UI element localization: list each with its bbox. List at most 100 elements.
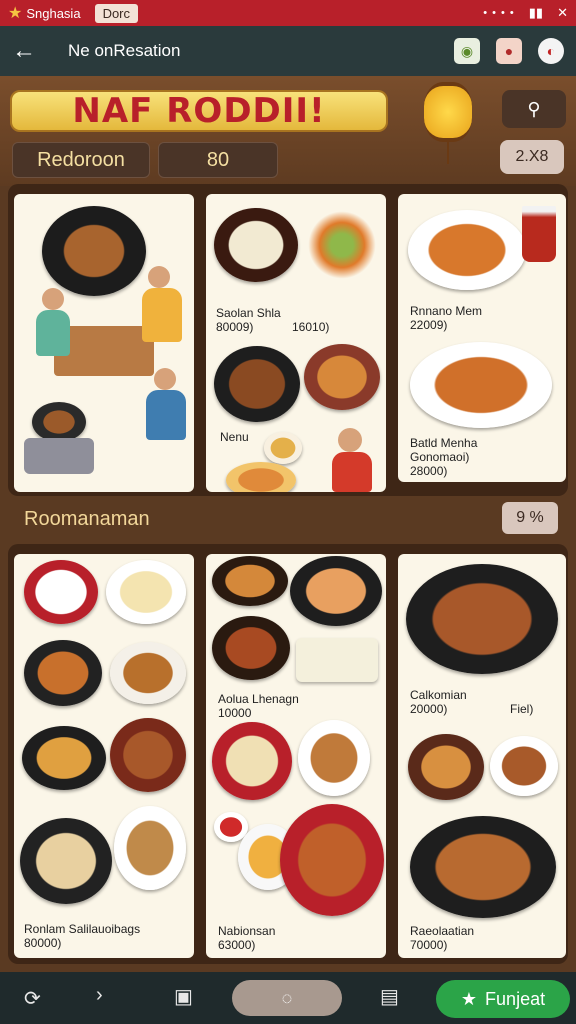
dish-image — [24, 560, 98, 624]
person-image — [146, 390, 186, 440]
category-pill-redoroon[interactable]: Redoroon — [12, 142, 150, 178]
dish-image — [212, 556, 288, 606]
discount-badge[interactable]: 9 % — [502, 502, 558, 534]
dish-image — [490, 736, 558, 796]
home-circle-icon: ◌ — [281, 987, 293, 1008]
star-icon: ★ — [460, 988, 478, 1009]
menu-card-illustration[interactable] — [14, 194, 194, 492]
dish-image — [212, 616, 290, 680]
page-title: Ne onResation — [68, 41, 181, 60]
item-price: 22009) — [410, 318, 448, 332]
banner-text: NAF RODDII! — [72, 91, 326, 131]
clipboard-icon[interactable]: ▤ — [380, 984, 399, 1009]
item-price: 16010) — [292, 320, 330, 334]
dish-image — [408, 734, 484, 800]
category-pill-80[interactable]: 80 — [158, 142, 278, 178]
record-icon[interactable]: ◐ — [538, 38, 564, 64]
search-icon: ⚲ — [527, 98, 541, 119]
price-badge[interactable]: 2.X8 — [500, 140, 564, 174]
dish-image — [110, 642, 186, 704]
person-image — [332, 452, 372, 492]
dish-image — [20, 818, 112, 904]
dish-image — [214, 208, 298, 282]
close-icon[interactable]: ✕ — [557, 5, 568, 21]
page-icon[interactable]: ▣ — [174, 984, 193, 1009]
arrow-left-icon[interactable]: ← — [12, 37, 52, 65]
dish-image — [114, 806, 186, 890]
profile-icon[interactable]: ● — [496, 38, 522, 64]
dish-image — [298, 720, 370, 796]
dish-image — [106, 560, 186, 624]
item-price: 20000) — [410, 702, 448, 716]
discount-badge-label: 9 % — [516, 509, 544, 526]
android-icon[interactable]: ◉ — [454, 38, 480, 64]
status-tab[interactable]: Dorc — [94, 3, 139, 23]
dish-image — [264, 432, 302, 464]
dish-image — [406, 564, 558, 674]
item-name: Calkomian — [410, 688, 467, 702]
dish-image — [306, 202, 378, 288]
dish-image — [408, 210, 526, 290]
item-name: Aolua Lhenagn — [218, 692, 299, 706]
status-app-name: Snghasia — [26, 5, 81, 21]
item-price: 70000) — [410, 938, 448, 952]
menu-card-noodle-bowls[interactable]: Saolan Shla 80009) 16010) Nenu — [206, 194, 386, 492]
menu-card-mixed-plates[interactable]: Aolua Lhenagn 10000 Nabionsan 63000) — [206, 554, 386, 958]
dish-image — [410, 816, 556, 918]
title-bar: ← Ne onResation ◉ ● ◐ — [0, 26, 576, 76]
dish-image — [32, 402, 86, 442]
star-icon: ★ — [8, 5, 23, 22]
lantern-tassel — [447, 140, 449, 164]
item-price: 63000) — [218, 938, 256, 952]
item-name: Nenu — [220, 430, 249, 444]
signal-icon: ▮▮ — [528, 5, 544, 20]
person-image — [338, 428, 362, 452]
lantern-decoration — [424, 82, 472, 142]
dish-image — [214, 346, 300, 422]
dish-image — [22, 726, 106, 790]
dish-image — [410, 342, 552, 428]
item-price: 10000 — [218, 706, 252, 720]
dish-image — [226, 462, 296, 492]
item-name: Saolan Shla — [216, 306, 281, 320]
drink-image — [522, 206, 556, 262]
dish-image — [290, 556, 382, 626]
item-name: Batld Menha — [410, 436, 478, 450]
item-price: 80009) — [216, 320, 254, 334]
item-name: Rnnano Mem — [410, 304, 483, 318]
restaurant-banner: NAF RODDII! — [10, 90, 388, 132]
dish-image — [110, 718, 186, 792]
search-button[interactable]: ⚲ — [502, 90, 566, 128]
item-price: 80000) — [24, 936, 62, 950]
item-name: Ronlam Salilauoibags — [24, 922, 141, 936]
cta-label: Funjeat — [485, 988, 546, 1009]
dish-image — [304, 344, 380, 410]
person-image — [148, 266, 170, 288]
person-image — [36, 310, 70, 356]
refresh-icon[interactable]: ⟳ — [24, 986, 41, 1011]
item-name: Nabionsan — [218, 924, 276, 938]
menu-card-rice-noodles[interactable]: Ronlam Salilauoibags 80000) — [14, 554, 194, 958]
dish-image — [280, 804, 384, 916]
item-extra: Fiel) — [510, 702, 534, 716]
menu-card-spaghetti[interactable]: Rnnano Mem 22009) Batld Menha Gonomaoi) … — [398, 194, 566, 482]
status-bar: ★ Snghasia Dorc • • • • ▮▮ ✕ — [0, 0, 576, 26]
person-image — [154, 368, 176, 390]
category-pill-label: Redoroon — [37, 148, 125, 171]
person-image — [24, 438, 94, 474]
item-subtitle: Gonomaoi) — [410, 450, 470, 464]
section-title: Roomanaman — [24, 508, 150, 530]
dish-image — [24, 640, 102, 706]
item-price: 28000) — [410, 464, 448, 478]
cta-button[interactable]: ★ Funjeat — [436, 980, 570, 1018]
item-name: Raeolaatian — [410, 924, 475, 938]
person-image — [142, 288, 182, 342]
person-image — [42, 288, 64, 310]
price-badge-label: 2.X8 — [515, 148, 549, 165]
menu-card-grilled[interactable]: Calkomian 20000) Fiel) Raeolaatian 70000… — [398, 554, 566, 958]
dish-image — [212, 722, 292, 800]
dish-image — [42, 206, 146, 296]
dish-image — [296, 638, 378, 682]
home-button[interactable]: ◌ — [232, 980, 342, 1016]
chevron-right-icon[interactable]: › — [96, 984, 103, 1007]
